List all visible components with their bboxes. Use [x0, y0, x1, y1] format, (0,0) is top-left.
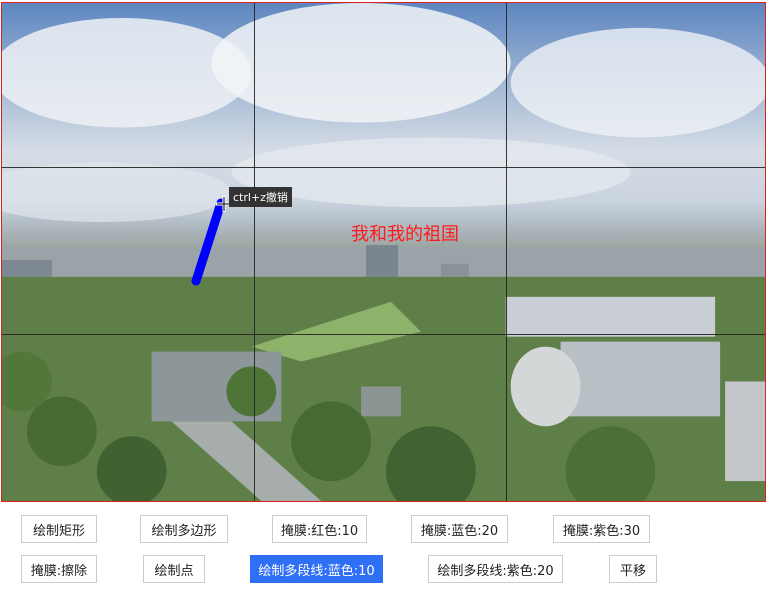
overlay-text: 我和我的祖国 [351, 224, 459, 245]
mask-blue-button[interactable]: 掩膜:蓝色:20 [411, 515, 508, 543]
pan-button[interactable]: 平移 [609, 555, 657, 583]
draw-polyline-purple-button[interactable]: 绘制多段线:紫色:20 [428, 555, 563, 583]
image-canvas[interactable]: 我和我的祖国 ctrl+z撤销 [1, 2, 766, 502]
draw-polygon-button[interactable]: 绘制多边形 [140, 515, 228, 543]
draw-point-button[interactable]: 绘制点 [143, 555, 205, 583]
undo-tooltip: ctrl+z撤销 [229, 187, 292, 207]
draw-polyline-blue-button[interactable]: 绘制多段线:蓝色:10 [250, 555, 383, 583]
mask-erase-button[interactable]: 掩膜:擦除 [21, 555, 97, 583]
polyline-layer [191, 198, 226, 286]
mask-red-button[interactable]: 掩膜:红色:10 [272, 515, 367, 543]
mask-purple-button[interactable]: 掩膜:紫色:30 [553, 515, 650, 543]
drawn-polyline [191, 198, 226, 286]
draw-rectangle-button[interactable]: 绘制矩形 [21, 515, 97, 543]
